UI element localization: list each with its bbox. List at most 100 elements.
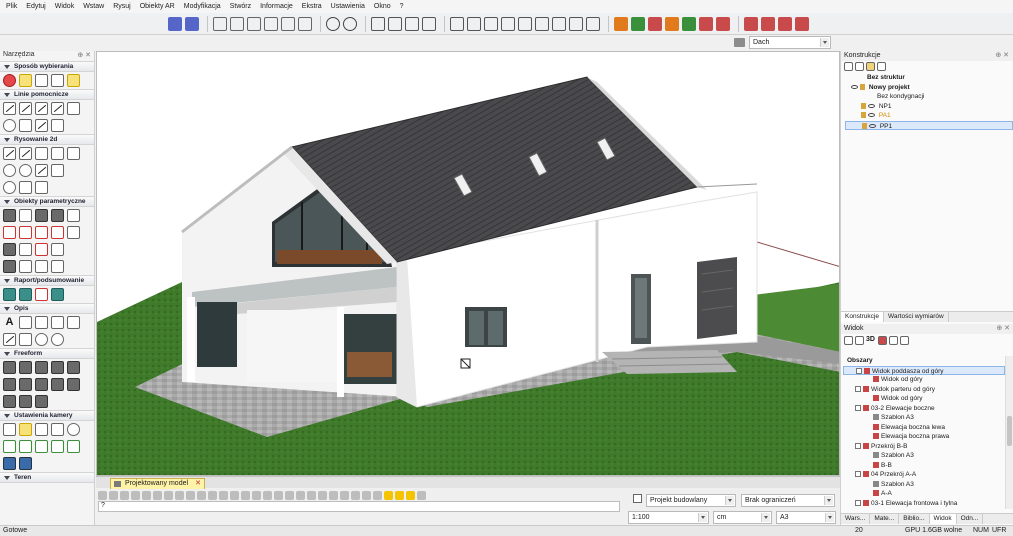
layers-icon[interactable] <box>614 16 628 31</box>
menu-modify[interactable]: Modyfikacja <box>184 3 221 10</box>
snap-settings-icon[interactable] <box>373 491 382 500</box>
camera-walk-icon[interactable] <box>3 423 16 436</box>
grid-icon[interactable] <box>67 147 80 160</box>
spiral-icon[interactable] <box>35 181 48 194</box>
intersection-icon[interactable] <box>518 16 532 31</box>
snap-line-icon[interactable] <box>307 491 316 500</box>
helper-angle-icon[interactable] <box>19 102 32 115</box>
opening-icon[interactable] <box>35 226 48 239</box>
menu-extra[interactable]: Ekstra <box>302 3 322 10</box>
helper-circle-icon[interactable] <box>3 119 16 132</box>
room-icon[interactable] <box>19 260 32 273</box>
views-scrollbar[interactable] <box>1005 356 1013 509</box>
chevron-down-icon[interactable] <box>761 513 770 522</box>
checkbox[interactable] <box>855 404 861 411</box>
checkbox[interactable] <box>855 385 861 392</box>
camera-orbit-icon[interactable] <box>19 423 32 436</box>
section-drawing-2d[interactable]: Rysowanie 2d <box>0 134 94 145</box>
panel-controls[interactable]: ⊕ ✕ <box>995 51 1009 61</box>
chevron-down-icon[interactable] <box>824 496 833 505</box>
snap-intersection-icon[interactable] <box>142 491 151 500</box>
boolean-intersect-icon[interactable] <box>35 378 48 391</box>
helper-delete-icon[interactable] <box>51 119 64 132</box>
wall-icon[interactable] <box>3 209 16 222</box>
eye-icon[interactable] <box>851 84 858 89</box>
menu-help[interactable]: ? <box>400 3 404 10</box>
fly-person-icon[interactable] <box>406 491 415 500</box>
eye-icon[interactable] <box>869 123 876 128</box>
view-3d-icon[interactable] <box>185 16 199 31</box>
roof-window-icon[interactable] <box>51 226 64 239</box>
section-helper-lines[interactable]: Linie pomocnicze <box>0 89 94 100</box>
view-item[interactable]: Elewacja boczna prawa <box>843 432 1005 442</box>
summary-icon[interactable] <box>51 288 64 301</box>
window-icon[interactable] <box>3 226 16 239</box>
extrude-icon[interactable] <box>19 361 32 374</box>
tab-dimension-values[interactable]: Wartości wymiarów <box>884 312 949 322</box>
snap-z-icon[interactable] <box>340 491 349 500</box>
helper-offset-icon[interactable] <box>19 119 32 132</box>
view-3d-icon[interactable]: 3D <box>866 336 875 345</box>
select-arrow-icon[interactable] <box>19 74 32 87</box>
section-report[interactable]: Raport/podsumowanie <box>0 275 94 286</box>
person-icon[interactable] <box>35 440 48 453</box>
mail-icon[interactable] <box>761 16 775 31</box>
rotate-icon[interactable] <box>264 16 278 31</box>
layer-delete-icon[interactable] <box>716 16 730 31</box>
dimension-icon[interactable] <box>405 16 419 31</box>
frame-icon[interactable] <box>19 243 32 256</box>
section-freeform[interactable]: Freeform <box>0 348 94 359</box>
snap-3d-icon[interactable] <box>274 491 283 500</box>
lamp-icon[interactable] <box>67 440 80 453</box>
properties-icon[interactable] <box>298 16 312 31</box>
lock-icon[interactable] <box>861 112 866 119</box>
section-annotation[interactable]: Opis <box>0 303 94 314</box>
view-item[interactable]: A-A <box>843 489 1005 499</box>
snap-track-icon[interactable] <box>208 491 217 500</box>
tree-icon[interactable] <box>3 440 16 453</box>
view-item[interactable]: Szablon A3 <box>843 480 1005 490</box>
extend-icon[interactable] <box>586 16 600 31</box>
render-camera-icon[interactable] <box>19 457 32 470</box>
snap-vertex-icon[interactable] <box>296 491 305 500</box>
helper-parallel-icon[interactable] <box>35 102 48 115</box>
view-arrow-icon[interactable] <box>855 336 864 345</box>
select-filter-icon[interactable] <box>67 74 80 87</box>
menu-draw[interactable]: Rysuj <box>113 3 131 10</box>
fillet-icon[interactable] <box>51 378 64 391</box>
edit-icon[interactable] <box>281 16 295 31</box>
limit-select[interactable]: Brak ograniczeń <box>741 494 835 507</box>
tab-odniesienia[interactable]: Odn... <box>957 514 984 524</box>
level-mark-icon[interactable] <box>67 316 80 329</box>
menu-settings[interactable]: Ustawienia <box>331 3 365 10</box>
lintel-icon[interactable] <box>67 209 80 222</box>
checkbox[interactable] <box>855 442 861 449</box>
pen-icon[interactable] <box>484 16 498 31</box>
layers-green-icon[interactable] <box>631 16 645 31</box>
point-icon[interactable] <box>467 16 481 31</box>
view-item[interactable]: Widok od góry <box>843 375 1005 385</box>
arc-tool-icon[interactable] <box>35 164 48 177</box>
loft-icon[interactable] <box>51 361 64 374</box>
command-input[interactable]: ? <box>98 501 620 512</box>
spline-icon[interactable] <box>3 181 16 194</box>
eye-icon[interactable] <box>868 103 875 108</box>
checkbox[interactable] <box>855 499 861 506</box>
tree-item-selected[interactable]: PP1 <box>845 120 1013 130</box>
paste-icon[interactable] <box>230 16 244 31</box>
stack-icon[interactable] <box>778 16 792 31</box>
walk-person-icon[interactable] <box>384 491 393 500</box>
checkbox[interactable] <box>856 367 862 374</box>
center-icon[interactable] <box>569 16 583 31</box>
view-item[interactable]: Przekrój B-B <box>843 442 1005 452</box>
snap-x-icon[interactable] <box>318 491 327 500</box>
section-terrain[interactable]: Teren <box>0 472 94 483</box>
curve-icon[interactable] <box>51 164 64 177</box>
arc-icon[interactable] <box>535 16 549 31</box>
section-selection-mode[interactable]: Sposób wybierania <box>0 61 94 72</box>
project-select[interactable]: Projekt budowlany <box>646 494 736 507</box>
sweep-icon[interactable] <box>35 361 48 374</box>
snap-ortho-icon[interactable] <box>186 491 195 500</box>
helper-line-icon[interactable] <box>3 102 16 115</box>
snap-face-icon[interactable] <box>241 491 250 500</box>
